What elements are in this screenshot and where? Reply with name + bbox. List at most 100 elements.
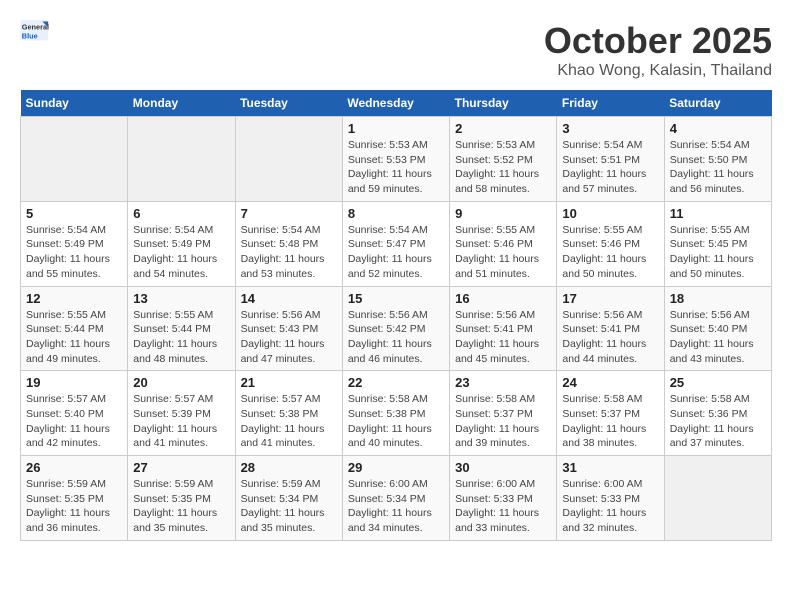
- weekday-header-tuesday: Tuesday: [235, 90, 342, 117]
- calendar-cell: 13Sunrise: 5:55 AM Sunset: 5:44 PM Dayli…: [128, 286, 235, 371]
- day-number: 30: [455, 460, 551, 475]
- day-info: Sunrise: 5:59 AM Sunset: 5:35 PM Dayligh…: [133, 477, 229, 536]
- day-info: Sunrise: 5:55 AM Sunset: 5:44 PM Dayligh…: [133, 308, 229, 367]
- day-info: Sunrise: 6:00 AM Sunset: 5:33 PM Dayligh…: [455, 477, 551, 536]
- calendar-week-1: 1 Sunrise: 5:53 AM Sunset: 5:53 PM Daylig…: [21, 117, 772, 202]
- calendar-week-5: 26 Sunrise: 5:59 AM Sunset: 5:35 PM Dayli…: [21, 456, 772, 541]
- calendar-table: SundayMondayTuesdayWednesdayThursdayFrid…: [20, 90, 772, 541]
- calendar-cell: 23 Sunrise: 5:58 AM Sunset: 5:37 PM Dayli…: [450, 371, 557, 456]
- day-number: 15: [348, 291, 444, 306]
- day-info: Sunrise: 5:57 AM Sunset: 5:39 PM Dayligh…: [133, 392, 229, 451]
- calendar-cell: 2 Sunrise: 5:53 AM Sunset: 5:52 PM Daylig…: [450, 117, 557, 202]
- day-info: Sunrise: 5:54 AM Sunset: 5:50 PM Dayligh…: [670, 138, 766, 197]
- calendar-cell: 26 Sunrise: 5:59 AM Sunset: 5:35 PM Dayli…: [21, 456, 128, 541]
- day-number: 10: [562, 206, 658, 221]
- day-info: Sunrise: 5:56 AM Sunset: 5:40 PM Dayligh…: [670, 308, 766, 367]
- day-number: 4: [670, 121, 766, 136]
- day-info: Sunrise: 6:00 AM Sunset: 5:33 PM Dayligh…: [562, 477, 658, 536]
- calendar-cell: 17 Sunrise: 5:56 AM Sunset: 5:41 PM Dayli…: [557, 286, 664, 371]
- calendar-cell: 16Sunrise: 5:56 AM Sunset: 5:41 PM Dayli…: [450, 286, 557, 371]
- logo-icon: General Blue: [20, 20, 50, 42]
- day-number: 8: [348, 206, 444, 221]
- calendar-week-4: 19 Sunrise: 5:57 AM Sunset: 5:40 PM Dayli…: [21, 371, 772, 456]
- day-number: 1: [348, 121, 444, 136]
- calendar-cell: 30 Sunrise: 6:00 AM Sunset: 5:33 PM Dayli…: [450, 456, 557, 541]
- calendar-week-3: 12 Sunrise: 5:55 AM Sunset: 5:44 PM Dayli…: [21, 286, 772, 371]
- day-info: Sunrise: 5:55 AM Sunset: 5:45 PM Dayligh…: [670, 223, 766, 282]
- day-number: 22: [348, 375, 444, 390]
- day-info: Sunrise: 5:54 AM Sunset: 5:48 PM Dayligh…: [241, 223, 337, 282]
- weekday-header-sunday: Sunday: [21, 90, 128, 117]
- day-number: 12: [26, 291, 122, 306]
- day-number: 9: [455, 206, 551, 221]
- day-info: Sunrise: 5:55 AM Sunset: 5:46 PM Dayligh…: [562, 223, 658, 282]
- day-info: Sunrise: 5:59 AM Sunset: 5:35 PM Dayligh…: [26, 477, 122, 536]
- day-number: 20: [133, 375, 229, 390]
- calendar-cell: [235, 117, 342, 202]
- calendar-cell: 1 Sunrise: 5:53 AM Sunset: 5:53 PM Daylig…: [342, 117, 449, 202]
- day-info: Sunrise: 5:56 AM Sunset: 5:41 PM Dayligh…: [562, 308, 658, 367]
- svg-text:Blue: Blue: [22, 31, 38, 40]
- day-info: Sunrise: 5:57 AM Sunset: 5:40 PM Dayligh…: [26, 392, 122, 451]
- day-number: 14: [241, 291, 337, 306]
- calendar-cell: 9 Sunrise: 5:55 AM Sunset: 5:46 PM Daylig…: [450, 201, 557, 286]
- weekday-header-monday: Monday: [128, 90, 235, 117]
- day-number: 17: [562, 291, 658, 306]
- calendar-cell: 20 Sunrise: 5:57 AM Sunset: 5:39 PM Dayli…: [128, 371, 235, 456]
- calendar-cell: 14 Sunrise: 5:56 AM Sunset: 5:43 PM Dayli…: [235, 286, 342, 371]
- calendar-cell: 15 Sunrise: 5:56 AM Sunset: 5:42 PM Dayli…: [342, 286, 449, 371]
- weekday-header-friday: Friday: [557, 90, 664, 117]
- day-number: 26: [26, 460, 122, 475]
- calendar-cell: 10 Sunrise: 5:55 AM Sunset: 5:46 PM Dayli…: [557, 201, 664, 286]
- calendar-cell: 4 Sunrise: 5:54 AM Sunset: 5:50 PM Daylig…: [664, 117, 771, 202]
- day-number: 3: [562, 121, 658, 136]
- day-info: Sunrise: 5:54 AM Sunset: 5:49 PM Dayligh…: [26, 223, 122, 282]
- day-number: 6: [133, 206, 229, 221]
- calendar-cell: 18 Sunrise: 5:56 AM Sunset: 5:40 PM Dayli…: [664, 286, 771, 371]
- calendar-cell: 21Sunrise: 5:57 AM Sunset: 5:38 PM Dayli…: [235, 371, 342, 456]
- day-info: Sunrise: 5:58 AM Sunset: 5:37 PM Dayligh…: [562, 392, 658, 451]
- day-number: 28: [241, 460, 337, 475]
- day-number: 18: [670, 291, 766, 306]
- calendar-cell: 5 Sunrise: 5:54 AM Sunset: 5:49 PM Daylig…: [21, 201, 128, 286]
- calendar-cell: 29Sunrise: 6:00 AM Sunset: 5:34 PM Dayli…: [342, 456, 449, 541]
- day-number: 23: [455, 375, 551, 390]
- calendar-cell: [664, 456, 771, 541]
- day-info: Sunrise: 5:55 AM Sunset: 5:46 PM Dayligh…: [455, 223, 551, 282]
- calendar-cell: 3 Sunrise: 5:54 AM Sunset: 5:51 PM Daylig…: [557, 117, 664, 202]
- calendar-cell: 12 Sunrise: 5:55 AM Sunset: 5:44 PM Dayli…: [21, 286, 128, 371]
- day-number: 19: [26, 375, 122, 390]
- month-title: October 2025: [544, 20, 772, 62]
- weekday-header-saturday: Saturday: [664, 90, 771, 117]
- day-number: 31: [562, 460, 658, 475]
- day-number: 25: [670, 375, 766, 390]
- page-header: General Blue October 2025 Khao Wong, Kal…: [20, 20, 772, 80]
- calendar-cell: 8Sunrise: 5:54 AM Sunset: 5:47 PM Daylig…: [342, 201, 449, 286]
- calendar-cell: 19 Sunrise: 5:57 AM Sunset: 5:40 PM Dayli…: [21, 371, 128, 456]
- day-info: Sunrise: 5:54 AM Sunset: 5:49 PM Dayligh…: [133, 223, 229, 282]
- day-number: 11: [670, 206, 766, 221]
- day-number: 27: [133, 460, 229, 475]
- day-info: Sunrise: 5:56 AM Sunset: 5:42 PM Dayligh…: [348, 308, 444, 367]
- calendar-cell: 31 Sunrise: 6:00 AM Sunset: 5:33 PM Dayli…: [557, 456, 664, 541]
- calendar-cell: 28Sunrise: 5:59 AM Sunset: 5:34 PM Dayli…: [235, 456, 342, 541]
- calendar-cell: 6 Sunrise: 5:54 AM Sunset: 5:49 PM Daylig…: [128, 201, 235, 286]
- logo: General Blue: [20, 20, 50, 42]
- day-info: Sunrise: 5:54 AM Sunset: 5:51 PM Dayligh…: [562, 138, 658, 197]
- day-info: Sunrise: 5:53 AM Sunset: 5:53 PM Dayligh…: [348, 138, 444, 197]
- day-number: 21: [241, 375, 337, 390]
- calendar-header-row: SundayMondayTuesdayWednesdayThursdayFrid…: [21, 90, 772, 117]
- day-number: 2: [455, 121, 551, 136]
- day-number: 16: [455, 291, 551, 306]
- location-title: Khao Wong, Kalasin, Thailand: [544, 62, 772, 80]
- day-info: Sunrise: 5:56 AM Sunset: 5:43 PM Dayligh…: [241, 308, 337, 367]
- calendar-cell: 24Sunrise: 5:58 AM Sunset: 5:37 PM Dayli…: [557, 371, 664, 456]
- day-number: 5: [26, 206, 122, 221]
- day-info: Sunrise: 5:55 AM Sunset: 5:44 PM Dayligh…: [26, 308, 122, 367]
- title-block: October 2025 Khao Wong, Kalasin, Thailan…: [544, 20, 772, 80]
- calendar-cell: [128, 117, 235, 202]
- calendar-cell: 22Sunrise: 5:58 AM Sunset: 5:38 PM Dayli…: [342, 371, 449, 456]
- day-info: Sunrise: 5:53 AM Sunset: 5:52 PM Dayligh…: [455, 138, 551, 197]
- day-number: 29: [348, 460, 444, 475]
- day-info: Sunrise: 5:58 AM Sunset: 5:37 PM Dayligh…: [455, 392, 551, 451]
